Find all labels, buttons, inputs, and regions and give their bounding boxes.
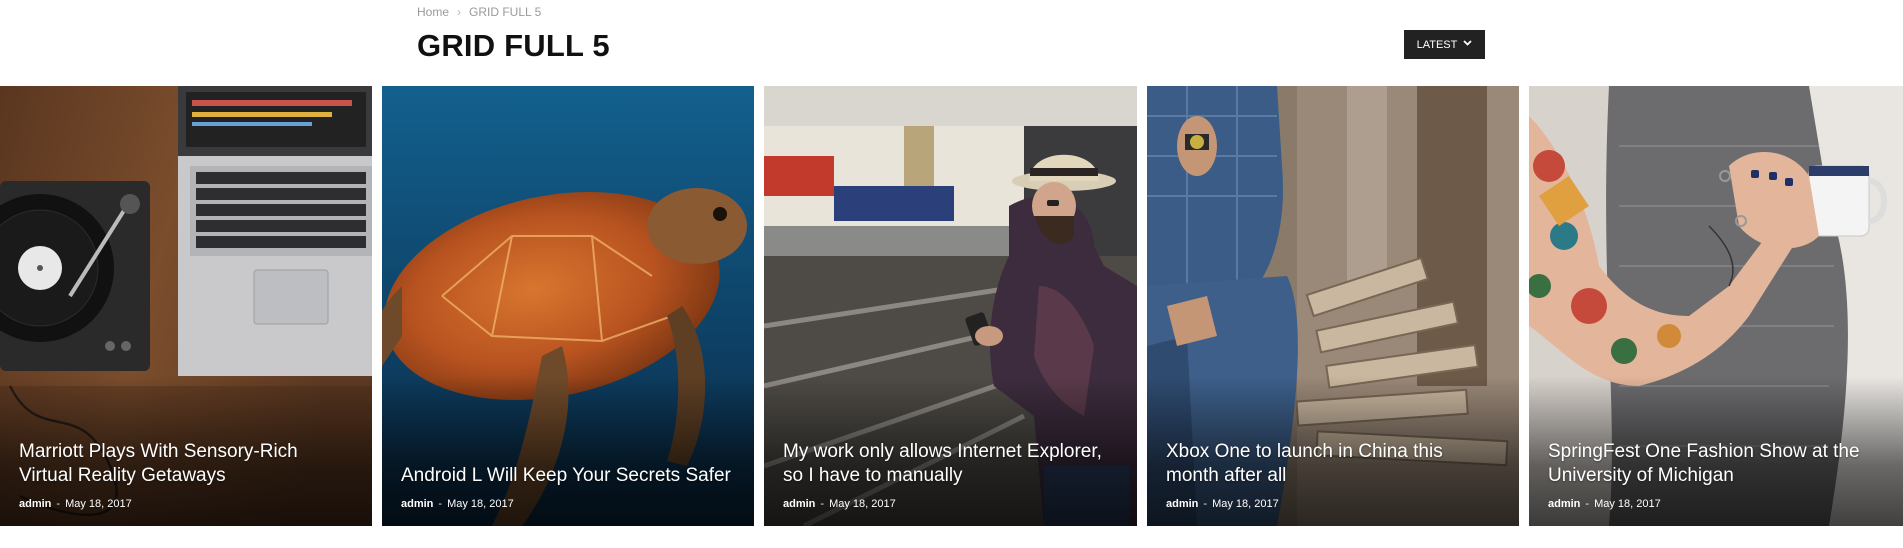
byline-separator: - (820, 498, 825, 510)
post-meta: SpringFest One Fashion Show at the Unive… (1548, 440, 1884, 510)
post-title[interactable]: SpringFest One Fashion Show at the Unive… (1548, 440, 1884, 488)
breadcrumb-current: GRID FULL 5 (469, 5, 542, 19)
byline-separator: - (1585, 498, 1590, 510)
post-byline: admin - May 18, 2017 (19, 498, 353, 510)
post-date: May 18, 2017 (447, 498, 514, 510)
byline-separator: - (1203, 498, 1208, 510)
post-date: May 18, 2017 (1212, 498, 1279, 510)
post-date: May 18, 2017 (829, 498, 896, 510)
post-title[interactable]: Android L Will Keep Your Secrets Safer (401, 464, 735, 488)
post-byline: admin - May 18, 2017 (1166, 498, 1500, 510)
post-date: May 18, 2017 (1594, 498, 1661, 510)
page: Home › GRID FULL 5 GRID FULL 5 LATEST Ma… (0, 0, 1903, 548)
post-author[interactable]: admin (19, 498, 51, 510)
post-byline: admin - May 18, 2017 (401, 498, 735, 510)
sort-label: LATEST (1416, 38, 1458, 51)
post-author[interactable]: admin (401, 498, 433, 510)
post-meta: Marriott Plays With Sensory-Rich Virtual… (19, 440, 353, 510)
post-meta: Xbox One to launch in China this month a… (1166, 440, 1500, 510)
byline-separator: - (56, 498, 61, 510)
chevron-down-icon (1463, 39, 1473, 49)
sort-dropdown-button[interactable]: LATEST (1404, 30, 1485, 59)
post-card[interactable]: My work only allows Internet Explorer, s… (764, 86, 1137, 526)
post-meta: Android L Will Keep Your Secrets Safer a… (401, 464, 735, 510)
post-title[interactable]: Marriott Plays With Sensory-Rich Virtual… (19, 440, 353, 488)
post-card[interactable]: SpringFest One Fashion Show at the Unive… (1529, 86, 1903, 526)
post-title[interactable]: My work only allows Internet Explorer, s… (783, 440, 1118, 488)
page-title: GRID FULL 5 (417, 28, 610, 63)
post-title[interactable]: Xbox One to launch in China this month a… (1166, 440, 1500, 488)
post-meta: My work only allows Internet Explorer, s… (783, 440, 1118, 510)
post-author[interactable]: admin (783, 498, 815, 510)
post-card[interactable]: Android L Will Keep Your Secrets Safer a… (382, 86, 754, 526)
byline-separator: - (438, 498, 443, 510)
breadcrumb-home-link[interactable]: Home (417, 5, 449, 19)
post-grid: Marriott Plays With Sensory-Rich Virtual… (0, 86, 1903, 526)
post-author[interactable]: admin (1166, 498, 1198, 510)
post-date: May 18, 2017 (65, 498, 132, 510)
breadcrumb: Home › GRID FULL 5 (417, 5, 541, 19)
breadcrumb-separator: › (457, 5, 462, 19)
post-author[interactable]: admin (1548, 498, 1580, 510)
post-card[interactable]: Marriott Plays With Sensory-Rich Virtual… (0, 86, 372, 526)
post-byline: admin - May 18, 2017 (783, 498, 1118, 510)
post-card[interactable]: Xbox One to launch in China this month a… (1147, 86, 1519, 526)
post-byline: admin - May 18, 2017 (1548, 498, 1884, 510)
